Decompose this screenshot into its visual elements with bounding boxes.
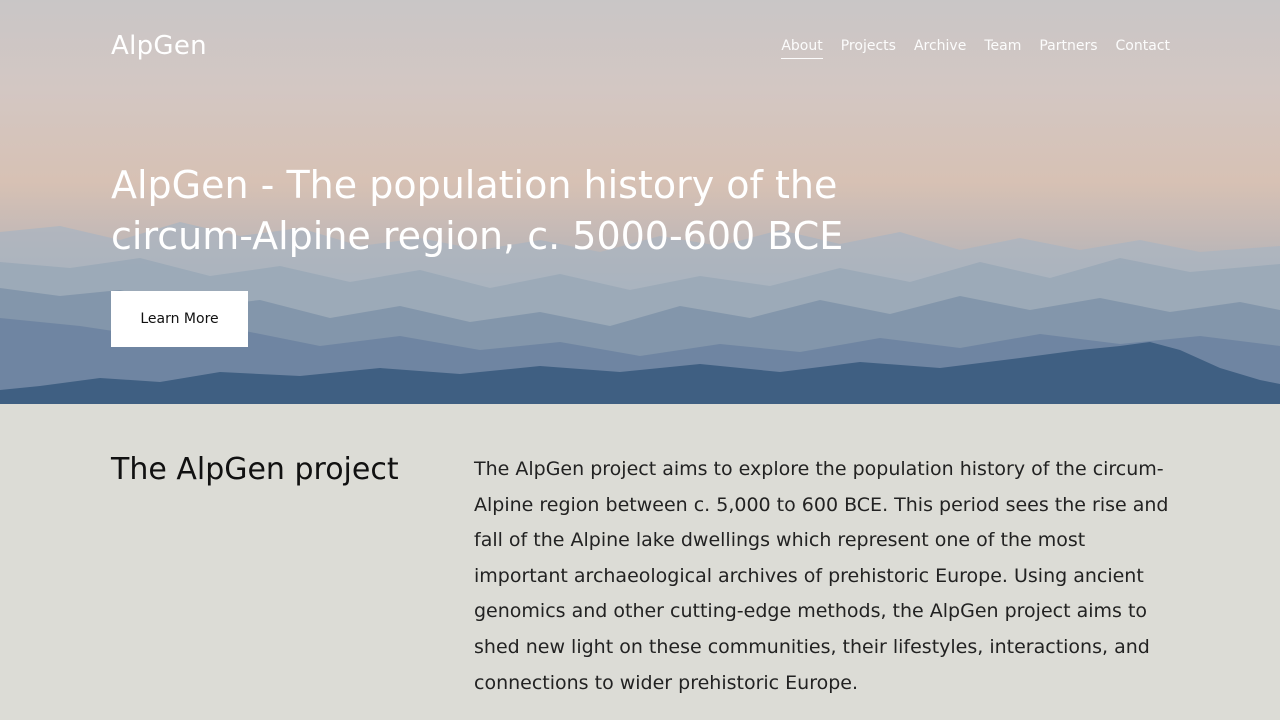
nav-archive[interactable]: Archive [914, 38, 966, 59]
hero-banner: AlpGen About Projects Archive Team Partn… [0, 0, 1280, 404]
project-heading: The AlpGen project [111, 452, 399, 487]
nav-about[interactable]: About [781, 38, 823, 59]
nav-projects[interactable]: Projects [841, 38, 896, 59]
nav-team[interactable]: Team [984, 38, 1021, 59]
learn-more-button[interactable]: Learn More [111, 291, 248, 347]
hero-title: AlpGen - The population history of the c… [111, 163, 844, 258]
nav-partners[interactable]: Partners [1039, 38, 1097, 59]
main-nav: About Projects Archive Team Partners Con… [781, 38, 1170, 59]
site-logo[interactable]: AlpGen [111, 31, 207, 61]
nav-contact[interactable]: Contact [1116, 38, 1170, 59]
project-description: The AlpGen project aims to explore the p… [474, 458, 1169, 694]
